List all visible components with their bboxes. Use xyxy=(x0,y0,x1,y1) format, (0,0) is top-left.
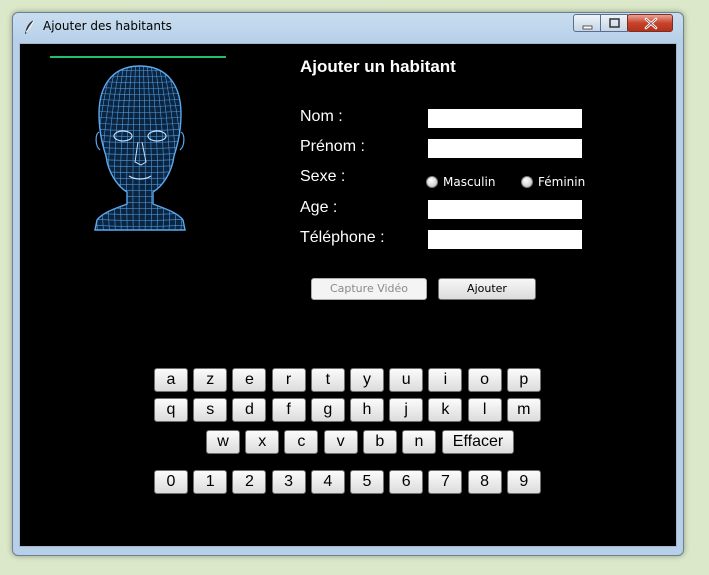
radio-button[interactable] xyxy=(521,176,533,188)
close-button[interactable] xyxy=(627,14,673,32)
key-i[interactable]: i xyxy=(428,368,463,392)
key-s[interactable]: s xyxy=(193,398,228,422)
age-input[interactable] xyxy=(428,200,582,219)
key-z[interactable]: z xyxy=(193,368,228,392)
key-r[interactable]: r xyxy=(271,368,306,392)
ajouter-button[interactable]: Ajouter xyxy=(438,278,536,300)
key-k[interactable]: k xyxy=(428,398,463,422)
radio-feminin-label: Féminin xyxy=(538,175,586,189)
app-window: Ajouter des habitants Ajouter un habitan… xyxy=(12,12,684,556)
key-effacer[interactable]: Effacer xyxy=(442,430,514,454)
key-n[interactable]: n xyxy=(402,430,436,454)
form-heading: Ajouter un habitant xyxy=(300,57,456,76)
key-5[interactable]: 5 xyxy=(350,470,384,494)
key-l[interactable]: l xyxy=(467,398,502,422)
title-bar[interactable]: Ajouter des habitants xyxy=(13,13,683,41)
key-v[interactable]: v xyxy=(323,430,358,454)
maximize-icon xyxy=(609,18,620,28)
accent-line xyxy=(50,56,226,58)
key-p[interactable]: p xyxy=(506,368,541,392)
prenom-input[interactable] xyxy=(428,139,582,158)
window-title: Ajouter des habitants xyxy=(43,19,172,33)
feather-icon xyxy=(25,19,35,34)
key-6[interactable]: 6 xyxy=(389,470,424,494)
capture-video-button[interactable]: Capture Vidéo xyxy=(311,278,427,300)
key-2[interactable]: 2 xyxy=(232,470,267,494)
key-t[interactable]: t xyxy=(310,368,345,392)
key-c[interactable]: c xyxy=(284,430,319,454)
key-a[interactable]: a xyxy=(154,368,188,392)
key-y[interactable]: y xyxy=(350,368,384,392)
key-w[interactable]: w xyxy=(206,430,240,454)
age-label: Age : xyxy=(300,199,338,216)
key-m[interactable]: m xyxy=(506,398,541,422)
minimize-icon xyxy=(582,25,593,30)
key-9[interactable]: 9 xyxy=(506,470,541,494)
telephone-input[interactable] xyxy=(428,230,582,249)
key-j[interactable]: j xyxy=(389,398,424,422)
key-3[interactable]: 3 xyxy=(271,470,306,494)
key-e[interactable]: e xyxy=(232,368,267,392)
radio-masculin-label: Masculin xyxy=(443,175,496,189)
key-4[interactable]: 4 xyxy=(310,470,345,494)
minimize-button[interactable] xyxy=(573,14,601,32)
close-icon xyxy=(644,17,658,30)
key-d[interactable]: d xyxy=(232,398,267,422)
prenom-label: Prénom : xyxy=(300,138,365,155)
nom-input[interactable] xyxy=(428,109,582,128)
key-7[interactable]: 7 xyxy=(428,470,463,494)
key-f[interactable]: f xyxy=(271,398,306,422)
radio-button[interactable] xyxy=(426,176,438,188)
sexe-label: Sexe : xyxy=(300,168,346,185)
maximize-button[interactable] xyxy=(600,14,628,32)
nom-label: Nom : xyxy=(300,108,343,125)
key-1[interactable]: 1 xyxy=(193,470,228,494)
key-u[interactable]: u xyxy=(389,368,424,392)
wireframe-head-icon xyxy=(94,65,186,231)
key-o[interactable]: o xyxy=(467,368,502,392)
key-q[interactable]: q xyxy=(154,398,188,422)
key-0[interactable]: 0 xyxy=(154,470,188,494)
key-h[interactable]: h xyxy=(350,398,384,422)
client-area: Ajouter un habitant Nom : Prénom : Sexe … xyxy=(19,43,677,547)
key-x[interactable]: x xyxy=(245,430,280,454)
key-g[interactable]: g xyxy=(310,398,345,422)
key-8[interactable]: 8 xyxy=(467,470,502,494)
key-b[interactable]: b xyxy=(362,430,397,454)
telephone-label: Téléphone : xyxy=(300,229,385,246)
